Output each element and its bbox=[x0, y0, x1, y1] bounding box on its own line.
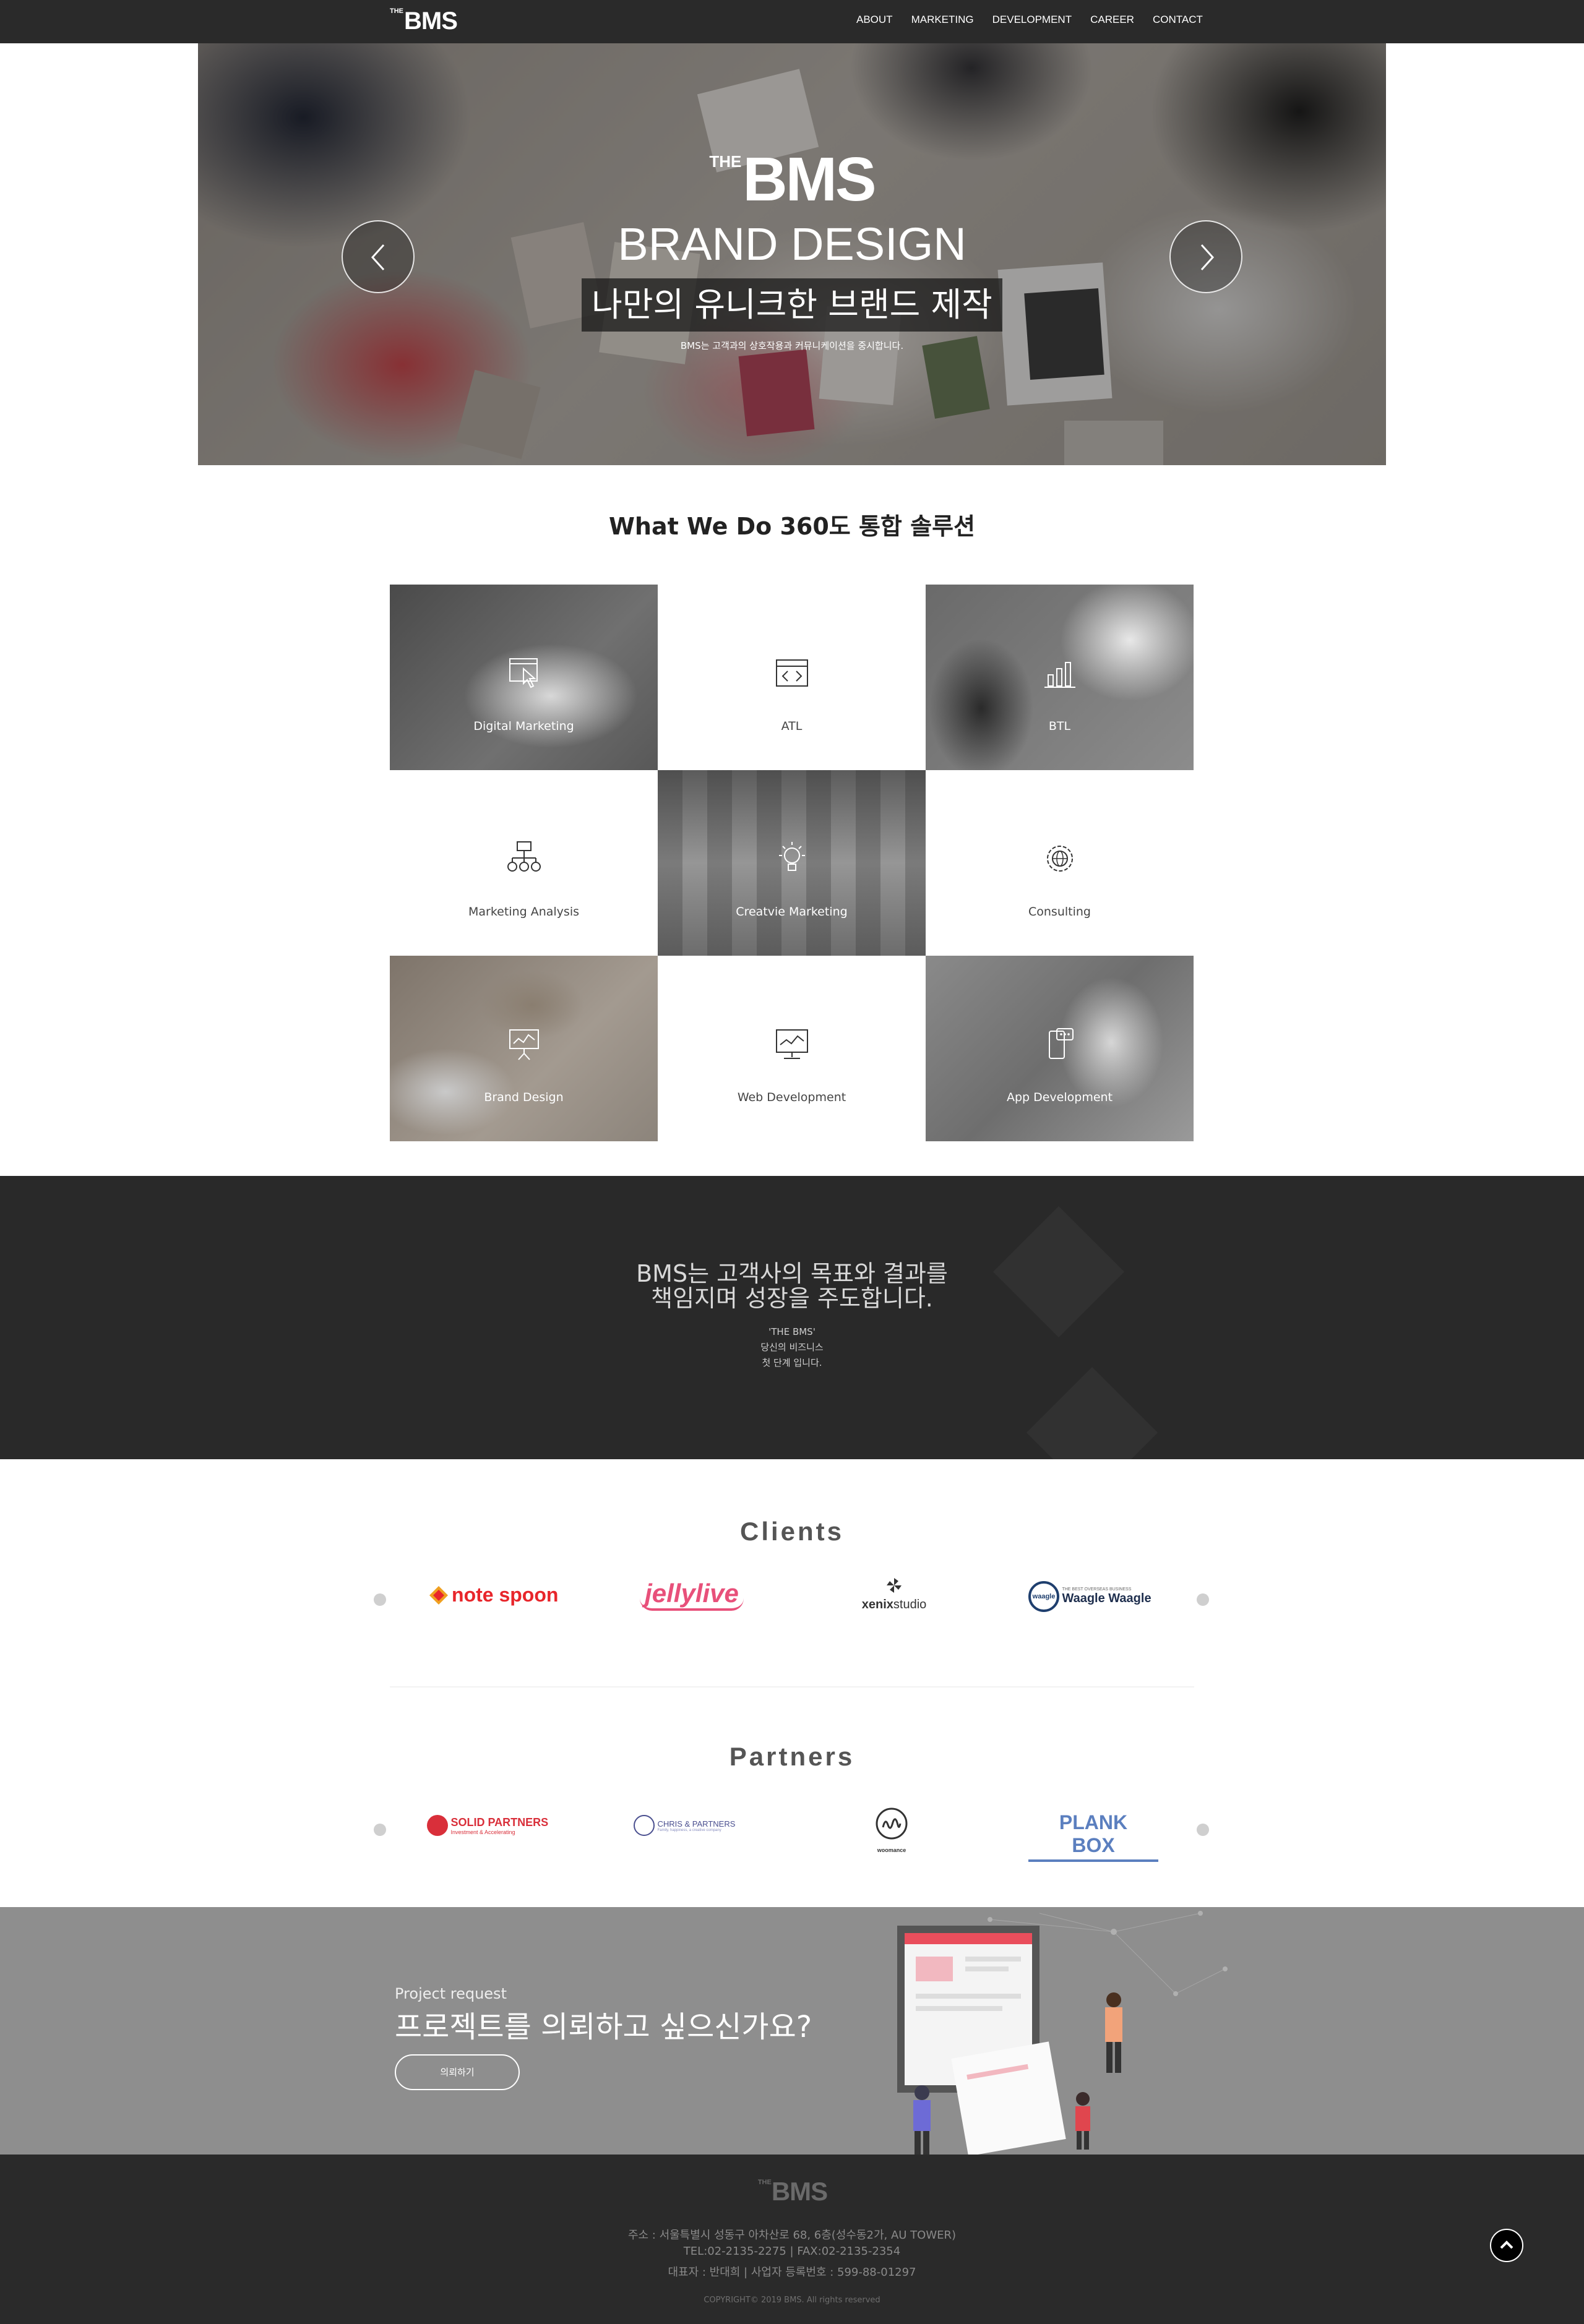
request-button[interactable]: 의뢰하기 bbox=[395, 2054, 520, 2090]
nav-marketing[interactable]: MARKETING bbox=[911, 14, 974, 26]
footer-address: 주소 : 서울특별시 성동구 아차산로 68, 6층(성수동2가, AU TOW… bbox=[627, 2229, 957, 2242]
monitor-graph-icon bbox=[776, 1029, 808, 1059]
solid-text-block: SOLID PARTNERS Investment & Accelerating bbox=[450, 1816, 548, 1835]
request-headline: 프로젝트를 의뢰하고 싶으신가요? bbox=[395, 2010, 812, 2044]
notespoon-wordmark: note spoon bbox=[452, 1584, 559, 1606]
hero-description: BMS는 고객과의 상호작용과 커뮤니케이션을 중시합니다. bbox=[680, 340, 904, 351]
service-label: ATL bbox=[781, 719, 803, 733]
mission-headline: BMS는 고객사의 목표와 결과를 책임지며 성장을 주도합니다. bbox=[636, 1260, 948, 1312]
footer-logo[interactable]: THEBMS bbox=[752, 2177, 833, 2206]
pinwheel-icon bbox=[887, 1578, 902, 1593]
partner-logo-plankbox[interactable]: PLANK BOX bbox=[1028, 1811, 1158, 1862]
chris-wordmark: CHRIS & PARTNERS bbox=[657, 1819, 736, 1829]
services-grid: Digital Marketing ATL BTL Marketing Anal… bbox=[390, 585, 1194, 1143]
service-label: Consulting bbox=[1028, 905, 1091, 919]
studio-wordmark: studio bbox=[893, 1598, 927, 1611]
chris-tagline: Family, happiness, a creative company bbox=[657, 1828, 721, 1832]
waagle-wordmark: Waagle Waagle bbox=[1062, 1592, 1151, 1605]
client-logo-xenixstudio[interactable]: xenixstudio bbox=[842, 1576, 947, 1612]
waagle-text-block: THE BEST OVERSEAS BUSINESS Waagle Waagle bbox=[1062, 1587, 1151, 1606]
mobile-chat-icon bbox=[1049, 1028, 1074, 1059]
woomance-mark-icon bbox=[876, 1807, 908, 1840]
chevron-right-icon bbox=[1200, 244, 1215, 271]
footer-copyright: COPYRIGHT© 2019 BMS. All rights reserved bbox=[704, 2296, 880, 2305]
xenix-wordmark: xenix bbox=[861, 1598, 893, 1611]
nav-development[interactable]: DEVELOPMENT bbox=[992, 14, 1072, 26]
request-label: Project request bbox=[395, 1985, 507, 2002]
request-illustration bbox=[897, 1911, 1228, 2155]
partners-next-dot[interactable] bbox=[1197, 1824, 1209, 1836]
lightbulb-icon bbox=[779, 842, 805, 871]
decorative-diamond bbox=[1026, 1366, 1158, 1459]
service-label: Brand Design bbox=[484, 1091, 564, 1104]
clients-title: Clients bbox=[739, 1517, 845, 1546]
solid-wordmark: SOLID PARTNERS bbox=[450, 1816, 549, 1829]
top-navigation-bar: THEBMS ABOUT MARKETING DEVELOPMENT CAREE… bbox=[0, 0, 1584, 43]
service-consulting[interactable]: Consulting bbox=[926, 770, 1194, 956]
solid-tagline: Investment & Accelerating bbox=[450, 1829, 515, 1835]
hierarchy-abc-icon bbox=[507, 841, 541, 872]
service-label: Web Development bbox=[737, 1091, 846, 1104]
chevron-left-icon bbox=[371, 244, 385, 271]
presentation-board-icon bbox=[509, 1029, 539, 1060]
chris-text-block: CHRIS & PARTNERS Family, happiness, a cr… bbox=[657, 1819, 735, 1832]
header-logo[interactable]: THEBMS bbox=[390, 7, 458, 35]
services-title: What We Do 360도 통합 솔루션 bbox=[609, 513, 975, 540]
service-creative-marketing[interactable]: Creatvie Marketing bbox=[658, 770, 926, 956]
nav-contact[interactable]: CONTACT bbox=[1153, 14, 1203, 26]
partners-title: Partners bbox=[729, 1742, 855, 1771]
chris-mark-icon bbox=[634, 1815, 655, 1836]
gear-globe-icon bbox=[1047, 846, 1073, 872]
service-marketing-analysis[interactable]: Marketing Analysis bbox=[390, 770, 658, 956]
hero-slider: THEBMS BRAND DESIGN 나만의 유니크한 브랜드 제작 BMS는… bbox=[198, 43, 1386, 465]
waagle-mark-icon: waagle bbox=[1028, 1581, 1059, 1612]
clients-prev-dot[interactable] bbox=[374, 1593, 386, 1606]
footer-company-info: 대표자 : 반대희 | 사업자 등록번호 : 599-88-01297 bbox=[668, 2266, 916, 2279]
code-window-icon bbox=[776, 659, 808, 687]
plankbox-wordmark: PLANK BOX bbox=[1028, 1811, 1158, 1862]
hero-subtitle: 나만의 유니크한 브랜드 제작 bbox=[582, 278, 1002, 332]
nav-career[interactable]: CAREER bbox=[1090, 14, 1134, 26]
slider-prev-button[interactable] bbox=[342, 220, 415, 293]
client-logo-jellylive[interactable]: jellylive bbox=[630, 1579, 754, 1611]
nav-about[interactable]: ABOUT bbox=[856, 14, 893, 26]
partner-logo-chris[interactable]: CHRIS & PARTNERS Family, happiness, a cr… bbox=[634, 1815, 751, 1836]
footer: THEBMS 주소 : 서울특별시 성동구 아차산로 68, 6층(성수동2가,… bbox=[0, 2155, 1584, 2324]
jellylive-wordmark: jellylive bbox=[640, 1579, 744, 1611]
service-btl[interactable]: BTL bbox=[926, 585, 1194, 770]
main-nav: ABOUT MARKETING DEVELOPMENT CAREER CONTA… bbox=[856, 14, 1203, 26]
chevron-up-icon bbox=[1500, 2240, 1513, 2249]
solid-mark-icon bbox=[427, 1815, 448, 1836]
service-brand-design[interactable]: Brand Design bbox=[390, 956, 658, 1141]
service-atl[interactable]: ATL bbox=[658, 585, 926, 770]
mission-band: BMS는 고객사의 목표와 결과를 책임지며 성장을 주도합니다. 'THE BM… bbox=[0, 1176, 1584, 1459]
service-web-development[interactable]: Web Development bbox=[658, 956, 926, 1141]
mission-small-text: 'THE BMS' 당신의 비즈니스 첫 단계 입니다. bbox=[760, 1326, 824, 1368]
service-label: Marketing Analysis bbox=[468, 905, 579, 919]
partner-logo-solid[interactable]: SOLID PARTNERS Investment & Accelerating bbox=[427, 1815, 557, 1836]
client-logo-waagle[interactable]: waagle THE BEST OVERSEAS BUSINESS Waagle… bbox=[1028, 1581, 1164, 1612]
pointer-click-icon bbox=[509, 658, 538, 688]
bar-chart-icon bbox=[1044, 662, 1075, 688]
service-digital-marketing[interactable]: Digital Marketing bbox=[390, 585, 658, 770]
service-label: App Development bbox=[1006, 1091, 1113, 1104]
footer-contact: TEL:02-2135-2275 | FAX:02-2135-2354 bbox=[683, 2245, 901, 2258]
notespoon-mark-icon bbox=[429, 1585, 448, 1605]
client-logo-notespoon[interactable]: note spoon bbox=[416, 1584, 570, 1606]
service-label: BTL bbox=[1048, 719, 1071, 733]
service-app-development[interactable]: App Development bbox=[926, 956, 1194, 1141]
waagle-tagline: THE BEST OVERSEAS BUSINESS bbox=[1062, 1587, 1132, 1592]
partner-logo-woomance[interactable]: woomance bbox=[864, 1806, 919, 1855]
service-label: Digital Marketing bbox=[473, 719, 574, 733]
partners-prev-dot[interactable] bbox=[374, 1824, 386, 1836]
slider-next-button[interactable] bbox=[1169, 220, 1242, 293]
woomance-wordmark: woomance bbox=[877, 1847, 906, 1853]
scroll-to-top-button[interactable] bbox=[1490, 2229, 1523, 2262]
hero-logo: THEBMS bbox=[709, 145, 876, 214]
section-divider bbox=[390, 1686, 1194, 1687]
service-label: Creatvie Marketing bbox=[736, 905, 848, 919]
project-request-section: Project request 프로젝트를 의뢰하고 싶으신가요? 의뢰하기 bbox=[0, 1907, 1584, 2155]
clients-next-dot[interactable] bbox=[1197, 1593, 1209, 1606]
